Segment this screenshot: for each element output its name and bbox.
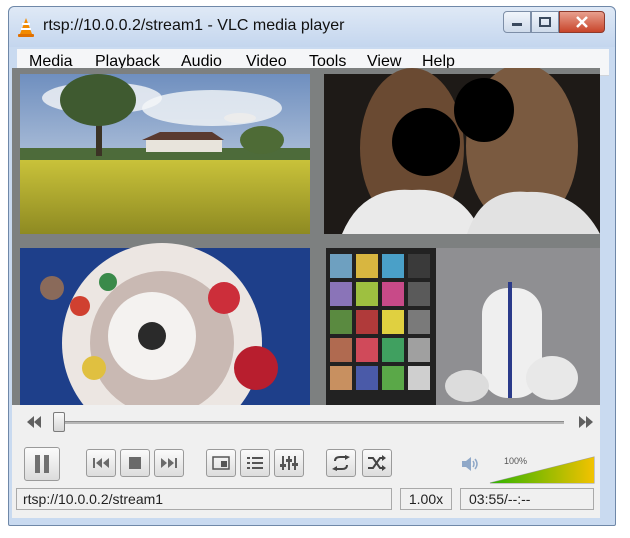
minimize-button[interactable] [503, 11, 531, 33]
playlist-icon [247, 457, 263, 469]
portrait-photo [324, 68, 600, 234]
status-bar: rtsp://10.0.0.2/stream1 1.00x 03:55/--:-… [12, 488, 600, 514]
shuffle-button[interactable] [362, 449, 392, 477]
shuffle-icon [368, 455, 386, 471]
close-icon [576, 16, 588, 28]
face-redaction-right [454, 78, 514, 142]
pause-button[interactable] [24, 447, 60, 481]
fullscreen-icon [212, 456, 230, 470]
time-display[interactable]: 03:55/--:-- [460, 488, 594, 510]
plate-photo [20, 243, 310, 405]
close-button[interactable] [559, 11, 605, 33]
seek-backward-icon[interactable] [26, 415, 42, 429]
maximize-icon [539, 17, 551, 27]
window-title: rtsp://10.0.0.2/stream1 - VLC media play… [43, 17, 345, 34]
seek-handle[interactable] [53, 412, 65, 432]
loop-icon [332, 455, 350, 471]
speaker-icon[interactable] [460, 455, 480, 473]
window-controls [503, 11, 605, 33]
seek-slider[interactable] [54, 421, 564, 424]
video-display[interactable] [12, 68, 600, 405]
title-bar[interactable]: rtsp://10.0.0.2/stream1 - VLC media play… [9, 7, 615, 47]
pause-icon [35, 455, 49, 473]
stop-icon [129, 457, 141, 469]
extended-settings-button[interactable] [274, 449, 304, 477]
vlc-cone-icon [18, 18, 34, 37]
playback-speed[interactable]: 1.00x [400, 488, 452, 510]
stop-button[interactable] [120, 449, 150, 477]
volume-slider[interactable] [488, 453, 596, 485]
previous-icon [93, 458, 109, 468]
status-source: rtsp://10.0.0.2/stream1 [16, 488, 392, 510]
fullscreen-button[interactable] [206, 449, 236, 477]
previous-button[interactable] [86, 449, 116, 477]
playlist-button[interactable] [240, 449, 270, 477]
maximize-button[interactable] [531, 11, 559, 33]
colorchart-photo [326, 248, 600, 405]
equalizer-icon [280, 456, 298, 470]
next-icon [161, 458, 177, 468]
loop-button[interactable] [326, 449, 356, 477]
face-redaction-left [392, 108, 460, 176]
video-frame [12, 68, 600, 405]
next-button[interactable] [154, 449, 184, 477]
minimize-icon [512, 23, 522, 26]
landscape-photo [20, 74, 310, 234]
seek-forward-icon[interactable] [578, 415, 594, 429]
volume-fill [490, 457, 594, 483]
